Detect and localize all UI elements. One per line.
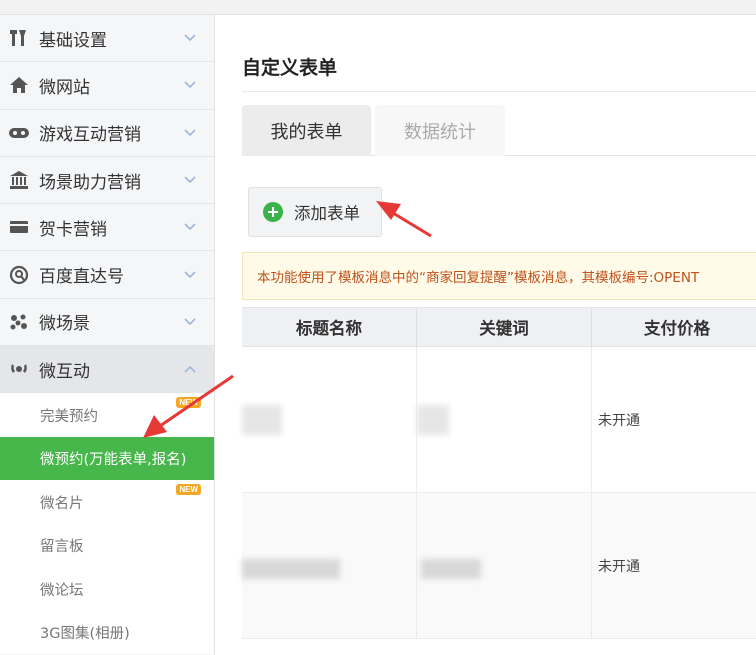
plus-circle-icon <box>263 202 283 222</box>
tab-bar: 我的表单 数据统计 <box>242 105 756 156</box>
chevron-down-icon[interactable] <box>178 26 202 50</box>
tools-icon <box>8 27 30 49</box>
search-circle-icon <box>8 264 30 286</box>
redacted-keyword-cell <box>417 347 592 492</box>
sub-item-label: 留言板 <box>40 539 84 556</box>
gamepad-icon <box>8 122 30 144</box>
sidebar-item-label: 百度直达号 <box>39 267 124 288</box>
sub-item-label: 微预约(万能表单,报名) <box>40 452 187 469</box>
main-content: 自定义表单 我的表单 数据统计 添加表单 本功能使用了模板消息中的“商家回复提醒… <box>216 15 756 655</box>
column-header-keyword: 关键词 <box>417 308 592 346</box>
column-header-title: 标题名称 <box>242 308 417 346</box>
scene-icon <box>8 311 30 333</box>
table-row[interactable]: 未开通 <box>242 493 756 639</box>
chevron-down-icon[interactable] <box>178 310 202 334</box>
sub-item-micro-booking[interactable]: 微预约(万能表单,报名) <box>0 436 214 481</box>
tab-my-forms[interactable]: 我的表单 <box>242 105 371 156</box>
redacted-text <box>242 559 340 579</box>
sidebar-item-scene-boost[interactable]: 场景助力营销 <box>0 156 214 205</box>
sub-item-3g-gallery[interactable]: 3G图集(相册) <box>0 610 214 655</box>
new-badge: NEW <box>176 484 201 496</box>
home-icon <box>8 74 30 96</box>
sub-item-label: 微论坛 <box>40 582 84 599</box>
chevron-down-icon[interactable] <box>178 168 202 192</box>
notice-banner: 本功能使用了模板消息中的“商家回复提醒”模板消息，其模板编号:OPENT <box>242 252 756 300</box>
sidebar-item-label: 基础设置 <box>39 30 107 51</box>
sub-item-micro-forum[interactable]: 微论坛 <box>0 567 214 611</box>
price-cell: 未开通 <box>598 412 640 429</box>
sub-item-micro-card[interactable]: 微名片 NEW <box>0 480 214 524</box>
redacted-title-cell <box>242 347 417 492</box>
redacted-keyword-cell <box>417 493 592 638</box>
sidebar-item-label: 微互动 <box>39 361 90 382</box>
chevron-down-icon[interactable] <box>178 215 202 239</box>
bank-icon <box>8 169 30 191</box>
table-row[interactable]: 未开通 <box>242 347 756 493</box>
sidebar-item-baidu-direct[interactable]: 百度直达号 <box>0 251 214 299</box>
sub-item-label: 3G图集(相册) <box>40 626 130 643</box>
sidebar: 基础设置 微网站 游戏互动营销 场景助力营销 贺卡营销 百度直达号 微场景 微互… <box>0 15 215 655</box>
price-cell: 未开通 <box>598 558 640 575</box>
forms-table: 标题名称 关键词 支付价格 未开通 未开通 <box>242 307 756 639</box>
sidebar-item-basic-settings[interactable]: 基础设置 <box>0 15 214 63</box>
sidebar-item-micro-site[interactable]: 微网站 <box>0 62 214 110</box>
redacted-text <box>421 559 481 579</box>
sidebar-item-greeting-card[interactable]: 贺卡营销 <box>0 204 214 252</box>
column-header-price: 支付价格 <box>644 319 710 338</box>
chevron-up-icon[interactable] <box>178 357 202 381</box>
sidebar-item-label: 微场景 <box>39 314 90 335</box>
sidebar-item-game-marketing[interactable]: 游戏互动营销 <box>0 109 214 157</box>
sidebar-item-label: 场景助力营销 <box>39 172 141 193</box>
interaction-icon <box>8 358 30 380</box>
add-form-label: 添加表单 <box>294 204 360 223</box>
sidebar-item-label: 游戏互动营销 <box>39 125 141 146</box>
chevron-down-icon[interactable] <box>178 263 202 287</box>
chevron-down-icon[interactable] <box>178 121 202 145</box>
tab-data-statistics[interactable]: 数据统计 <box>375 105 505 156</box>
card-icon <box>8 216 30 238</box>
sub-item-perfect-booking[interactable]: 完美预约 NEW <box>0 393 214 437</box>
sub-item-message-board[interactable]: 留言板 <box>0 523 214 568</box>
sub-item-label: 完美预约 <box>40 408 98 425</box>
divider <box>242 91 756 92</box>
top-bar <box>0 0 756 15</box>
sidebar-item-label: 贺卡营销 <box>39 219 107 240</box>
add-form-button[interactable]: 添加表单 <box>248 187 382 237</box>
page-title: 自定义表单 <box>242 57 338 79</box>
sidebar-item-micro-scene[interactable]: 微场景 <box>0 298 214 347</box>
chevron-down-icon[interactable] <box>178 73 202 97</box>
sidebar-item-label: 微网站 <box>39 77 90 98</box>
table-header: 标题名称 关键词 支付价格 <box>242 307 756 347</box>
sidebar-item-micro-interaction[interactable]: 微互动 <box>0 346 214 394</box>
redacted-title-cell <box>242 493 417 638</box>
sub-item-label: 微名片 <box>40 495 84 512</box>
new-badge: NEW <box>176 397 201 409</box>
redacted-text <box>417 405 449 435</box>
redacted-text <box>242 405 282 435</box>
